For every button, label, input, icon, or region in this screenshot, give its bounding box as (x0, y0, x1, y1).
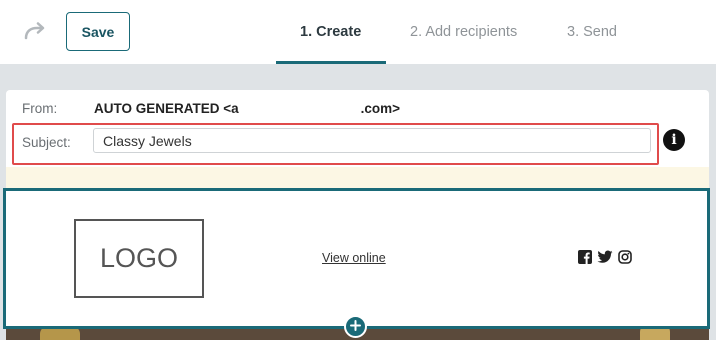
from-value: AUTO GENERATED <a .com> (94, 101, 400, 116)
info-icon[interactable]: i (663, 129, 685, 151)
tab-send[interactable]: 3. Send (567, 22, 617, 42)
notice-strip (6, 167, 709, 189)
view-online-link[interactable]: View online (322, 251, 386, 265)
from-value-end: .com> (360, 101, 401, 116)
tab-create[interactable]: 1. Create (300, 22, 361, 42)
from-value-start: AUTO GENERATED <a (94, 101, 239, 116)
subject-input[interactable] (93, 128, 651, 153)
top-toolbar: Save 1. Create 2. Add recipients 3. Send (0, 0, 716, 64)
from-label: From: (22, 101, 58, 116)
redo-icon[interactable] (22, 22, 48, 42)
subject-label: Subject: (22, 135, 71, 150)
twitter-icon[interactable] (597, 250, 613, 264)
facebook-icon[interactable] (578, 250, 592, 264)
active-tab-indicator (276, 61, 386, 64)
plus-icon (350, 318, 361, 336)
social-icons (578, 249, 632, 265)
instagram-icon[interactable] (618, 250, 632, 264)
tab-add-recipients[interactable]: 2. Add recipients (410, 22, 517, 42)
save-button[interactable]: Save (66, 12, 130, 51)
logo-placeholder[interactable]: LOGO (74, 219, 204, 298)
add-block-button[interactable] (344, 315, 367, 338)
